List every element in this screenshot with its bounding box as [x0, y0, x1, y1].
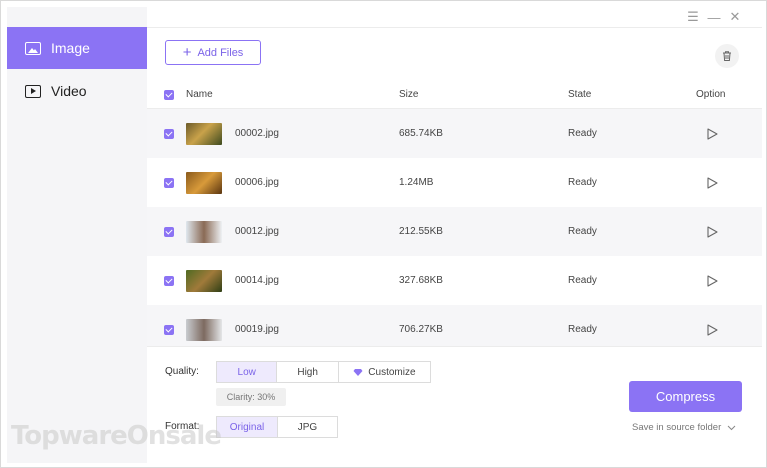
table-row: 00014.jpg 327.68KB Ready — [147, 256, 762, 305]
row-checkbox[interactable] — [164, 226, 174, 237]
thumbnail-image — [186, 269, 222, 292]
sidebar: Image Video — [7, 7, 147, 463]
table-row: 00012.jpg 212.55KB Ready — [147, 207, 762, 256]
divider — [147, 346, 762, 347]
play-icon[interactable] — [705, 323, 719, 337]
file-state: Ready — [568, 275, 597, 286]
close-button[interactable]: ✕ — [727, 9, 743, 25]
thumbnail-image — [186, 220, 222, 243]
table-row: 00019.jpg 706.27KB Ready — [147, 305, 762, 346]
file-size: 1.24MB — [399, 177, 434, 188]
quality-label: Quality: — [165, 366, 199, 377]
diamond-icon — [353, 368, 363, 376]
minimize-button[interactable]: — — [706, 9, 722, 25]
divider — [147, 27, 762, 28]
column-size: Size — [399, 89, 419, 100]
column-state: State — [568, 89, 592, 100]
sidebar-item-label: Image — [51, 40, 90, 56]
format-option-jpg[interactable]: JPG — [278, 417, 337, 437]
image-icon — [25, 41, 41, 55]
trash-icon[interactable] — [715, 44, 739, 68]
row-checkbox[interactable] — [164, 177, 174, 188]
play-icon[interactable] — [705, 274, 719, 288]
file-size: 212.55KB — [399, 226, 443, 237]
save-location-label: Save in source folder — [632, 422, 722, 433]
play-icon[interactable] — [705, 225, 719, 239]
column-name: Name — [186, 89, 213, 100]
quality-option-low[interactable]: Low — [217, 362, 278, 382]
watermark: TopwareOnsale — [11, 421, 222, 451]
thumbnail-image — [186, 122, 222, 145]
customize-label: Customize — [368, 366, 416, 378]
compress-button[interactable]: Compress — [629, 381, 742, 412]
play-icon[interactable] — [705, 176, 719, 190]
file-name: 00012.jpg — [235, 226, 279, 237]
file-name: 00006.jpg — [235, 177, 279, 188]
thumbnail-image — [186, 318, 222, 341]
row-checkbox[interactable] — [164, 128, 174, 139]
quality-option-high[interactable]: High — [277, 362, 339, 382]
format-selector: Original JPG — [216, 416, 338, 438]
add-files-button[interactable]: + Add Files — [165, 40, 261, 65]
file-state: Ready — [568, 177, 597, 188]
quality-option-customize[interactable]: Customize — [339, 362, 430, 382]
row-checkbox[interactable] — [164, 324, 174, 335]
file-state: Ready — [568, 226, 597, 237]
plus-icon: + — [182, 44, 192, 61]
table-row: 00006.jpg 1.24MB Ready — [147, 158, 762, 207]
column-option: Option — [696, 89, 726, 100]
table-row: 00002.jpg 685.74KB Ready — [147, 109, 762, 158]
format-option-original[interactable]: Original — [217, 417, 278, 437]
file-state: Ready — [568, 324, 597, 335]
chevron-down-icon — [727, 425, 736, 430]
save-location-dropdown[interactable]: Save in source folder — [632, 422, 736, 433]
row-checkbox[interactable] — [164, 275, 174, 286]
clarity-badge: Clarity: 30% — [216, 388, 286, 406]
sidebar-item-video[interactable]: Video — [7, 70, 147, 112]
file-size: 706.27KB — [399, 324, 443, 335]
select-all-checkbox[interactable] — [164, 89, 174, 100]
table-header: Name Size State Option — [147, 81, 762, 109]
file-state: Ready — [568, 128, 597, 139]
menu-icon[interactable]: ☰ — [685, 9, 701, 25]
file-size: 327.68KB — [399, 275, 443, 286]
file-name: 00002.jpg — [235, 128, 279, 139]
file-name: 00019.jpg — [235, 324, 279, 335]
video-icon — [25, 84, 41, 98]
sidebar-item-label: Video — [51, 83, 87, 99]
quality-selector: Low High Customize — [216, 361, 431, 383]
play-icon[interactable] — [705, 127, 719, 141]
file-name: 00014.jpg — [235, 275, 279, 286]
thumbnail-image — [186, 171, 222, 194]
file-size: 685.74KB — [399, 128, 443, 139]
sidebar-item-image[interactable]: Image — [7, 27, 147, 69]
app-window: Image Video ☰ — ✕ + Add Files Name Size … — [0, 0, 767, 468]
add-files-label: Add Files — [197, 46, 244, 59]
